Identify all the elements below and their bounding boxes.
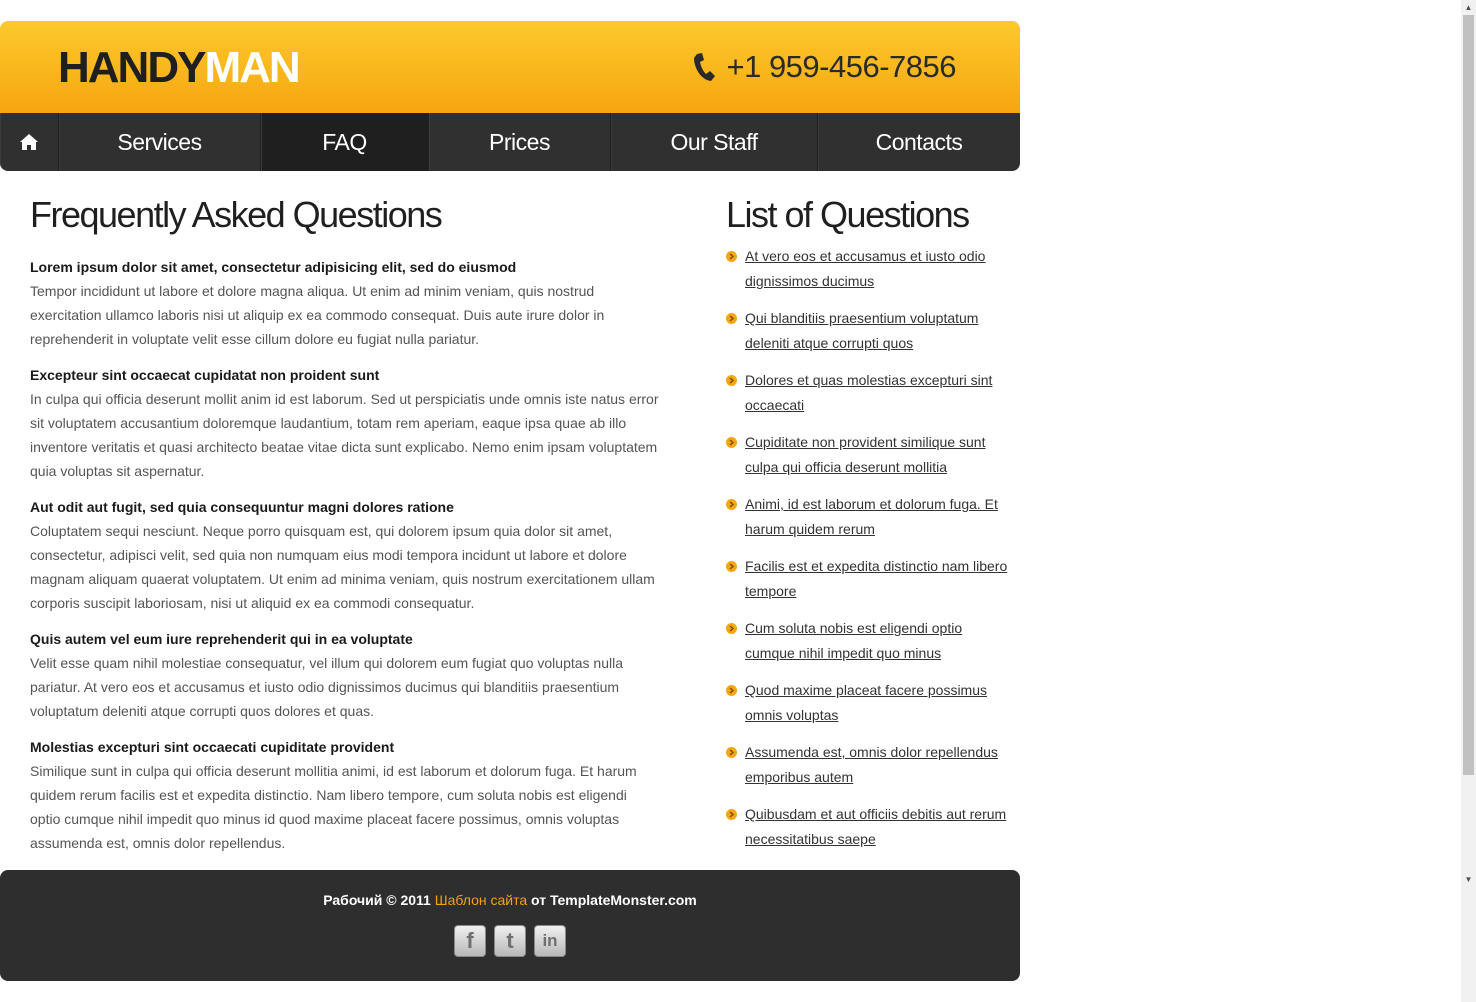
- arrow-bullet-icon: [726, 623, 737, 634]
- list-item: At vero eos et accusamus et iusto odio d…: [726, 244, 1011, 294]
- site-wrapper: HANDYMAN +1 959-456-7856 Services FAQ Pr…: [0, 21, 1020, 871]
- copyright: Рабочий © 2011 Шаблон сайта от TemplateM…: [0, 891, 1020, 909]
- nav-contacts[interactable]: Contacts: [818, 113, 1020, 171]
- questions-list: At vero eos et accusamus et iusto odio d…: [726, 244, 1011, 852]
- nav-faq-label: FAQ: [322, 128, 367, 155]
- arrow-bullet-icon: [726, 561, 737, 572]
- linkedin-button[interactable]: in: [534, 925, 566, 957]
- phone-icon: [694, 53, 716, 81]
- scrollbar[interactable]: ▲ ▼: [1461, 0, 1476, 1002]
- template-link[interactable]: Шаблон сайта: [435, 892, 527, 908]
- social-links: f t in: [0, 925, 1020, 957]
- scroll-thumb[interactable]: [1463, 15, 1474, 775]
- nav-prices[interactable]: Prices: [429, 113, 611, 171]
- faq-question: Aut odit aut fugit, sed quia consequuntu…: [30, 499, 454, 515]
- faq-item: Quis autem vel eum iure reprehenderit qu…: [30, 627, 660, 723]
- scroll-up-icon[interactable]: ▲: [1461, 0, 1476, 15]
- faq-section: Frequently Asked Questions Lorem ipsum d…: [30, 193, 660, 867]
- arrow-bullet-icon: [726, 437, 737, 448]
- faq-item: Aut odit aut fugit, sed quia consequuntu…: [30, 495, 660, 615]
- main-nav: Services FAQ Prices Our Staff Contacts: [0, 113, 1020, 171]
- nav-services[interactable]: Services: [59, 113, 261, 171]
- faq-question: Lorem ipsum dolor sit amet, consectetur …: [30, 259, 517, 275]
- question-link[interactable]: Assumenda est, omnis dolor repellendus e…: [745, 744, 998, 785]
- faq-question: Quis autem vel eum iure reprehenderit qu…: [30, 631, 413, 647]
- question-link[interactable]: Quod maxime placeat facere possimus omni…: [745, 682, 987, 723]
- arrow-bullet-icon: [726, 685, 737, 696]
- list-item: Facilis est et expedita distinctio nam l…: [726, 554, 1011, 604]
- scroll-down-icon[interactable]: ▼: [1461, 872, 1476, 887]
- twitter-button[interactable]: t: [494, 925, 526, 957]
- facebook-button[interactable]: f: [454, 925, 486, 957]
- arrow-bullet-icon: [726, 499, 737, 510]
- main-content: Frequently Asked Questions Lorem ipsum d…: [0, 171, 1020, 871]
- twitter-icon: t: [506, 928, 514, 953]
- phone-number: +1 959-456-7856: [726, 49, 956, 84]
- list-item: Cum soluta nobis est eligendi optio cumq…: [726, 616, 1011, 666]
- faq-answer: Velit esse quam nihil molestiae consequa…: [30, 655, 624, 719]
- arrow-bullet-icon: [726, 747, 737, 758]
- question-link[interactable]: Dolores et quas molestias excepturi sint…: [745, 372, 992, 413]
- nav-prices-label: Prices: [489, 128, 550, 155]
- list-item: Quibusdam et aut officiis debitis aut re…: [726, 802, 1011, 852]
- list-item: Qui blanditiis praesentium voluptatum de…: [726, 306, 1011, 356]
- footer: Рабочий © 2011 Шаблон сайта от TemplateM…: [0, 870, 1020, 981]
- questions-sidebar: List of Questions At vero eos et accusam…: [726, 193, 1011, 864]
- list-item: Quod maxime placeat facere possimus omni…: [726, 678, 1011, 728]
- logo-part-man: MAN: [204, 43, 300, 92]
- page: HANDYMAN +1 959-456-7856 Services FAQ Pr…: [0, 0, 1476, 1002]
- phone-block: +1 959-456-7856: [692, 49, 956, 85]
- logo-part-handy: HANDY: [58, 43, 206, 92]
- question-link[interactable]: Cupiditate non provident similique sunt …: [745, 434, 985, 475]
- faq-question: Excepteur sint occaecat cupidatat non pr…: [30, 367, 380, 383]
- linkedin-icon: in: [542, 931, 558, 950]
- questions-list-title: List of Questions: [726, 194, 970, 235]
- list-item: Animi, id est laborum et dolorum fuga. E…: [726, 492, 1011, 542]
- arrow-bullet-icon: [726, 375, 737, 386]
- arrow-bullet-icon: [726, 251, 737, 262]
- faq-item: Excepteur sint occaecat cupidatat non pr…: [30, 363, 660, 483]
- faq-answer: In culpa qui officia deserunt mollit ani…: [30, 391, 659, 479]
- arrow-bullet-icon: [726, 809, 737, 820]
- faq-item: Lorem ipsum dolor sit amet, consectetur …: [30, 255, 660, 351]
- nav-our-staff[interactable]: Our Staff: [611, 113, 818, 171]
- arrow-bullet-icon: [726, 313, 737, 324]
- home-icon: [20, 134, 38, 150]
- list-item: Cupiditate non provident similique sunt …: [726, 430, 1011, 480]
- question-link[interactable]: At vero eos et accusamus et iusto odio d…: [745, 248, 985, 289]
- question-link[interactable]: Animi, id est laborum et dolorum fuga. E…: [745, 496, 998, 537]
- nav-faq[interactable]: FAQ: [261, 113, 429, 171]
- header: HANDYMAN +1 959-456-7856: [0, 21, 1020, 113]
- faq-question: Molestias excepturi sint occaecati cupid…: [30, 739, 395, 755]
- faq-answer: Coluptatem sequi nesciunt. Neque porro q…: [30, 523, 655, 611]
- faq-answer: Similique sunt in culpa qui officia dese…: [30, 763, 637, 851]
- question-link[interactable]: Quibusdam et aut officiis debitis aut re…: [745, 806, 1006, 847]
- faq-item: Molestias excepturi sint occaecati cupid…: [30, 735, 660, 855]
- nav-home[interactable]: [0, 113, 59, 171]
- faq-title: Frequently Asked Questions: [30, 194, 443, 235]
- copyright-suffix: от TemplateMonster.com: [531, 892, 697, 908]
- question-link[interactable]: Qui blanditiis praesentium voluptatum de…: [745, 310, 978, 351]
- facebook-icon: f: [466, 928, 474, 953]
- logo[interactable]: HANDYMAN: [58, 43, 301, 93]
- list-item: Assumenda est, omnis dolor repellendus e…: [726, 740, 1011, 790]
- nav-our-staff-label: Our Staff: [670, 128, 758, 155]
- nav-contacts-label: Contacts: [875, 128, 963, 155]
- faq-answer: Tempor incididunt ut labore et dolore ma…: [30, 283, 605, 347]
- nav-services-label: Services: [117, 128, 202, 155]
- question-link[interactable]: Cum soluta nobis est eligendi optio cumq…: [745, 620, 962, 661]
- list-item: Dolores et quas molestias excepturi sint…: [726, 368, 1011, 418]
- question-link[interactable]: Facilis est et expedita distinctio nam l…: [745, 558, 1007, 599]
- copyright-prefix: Рабочий © 2011: [323, 892, 431, 908]
